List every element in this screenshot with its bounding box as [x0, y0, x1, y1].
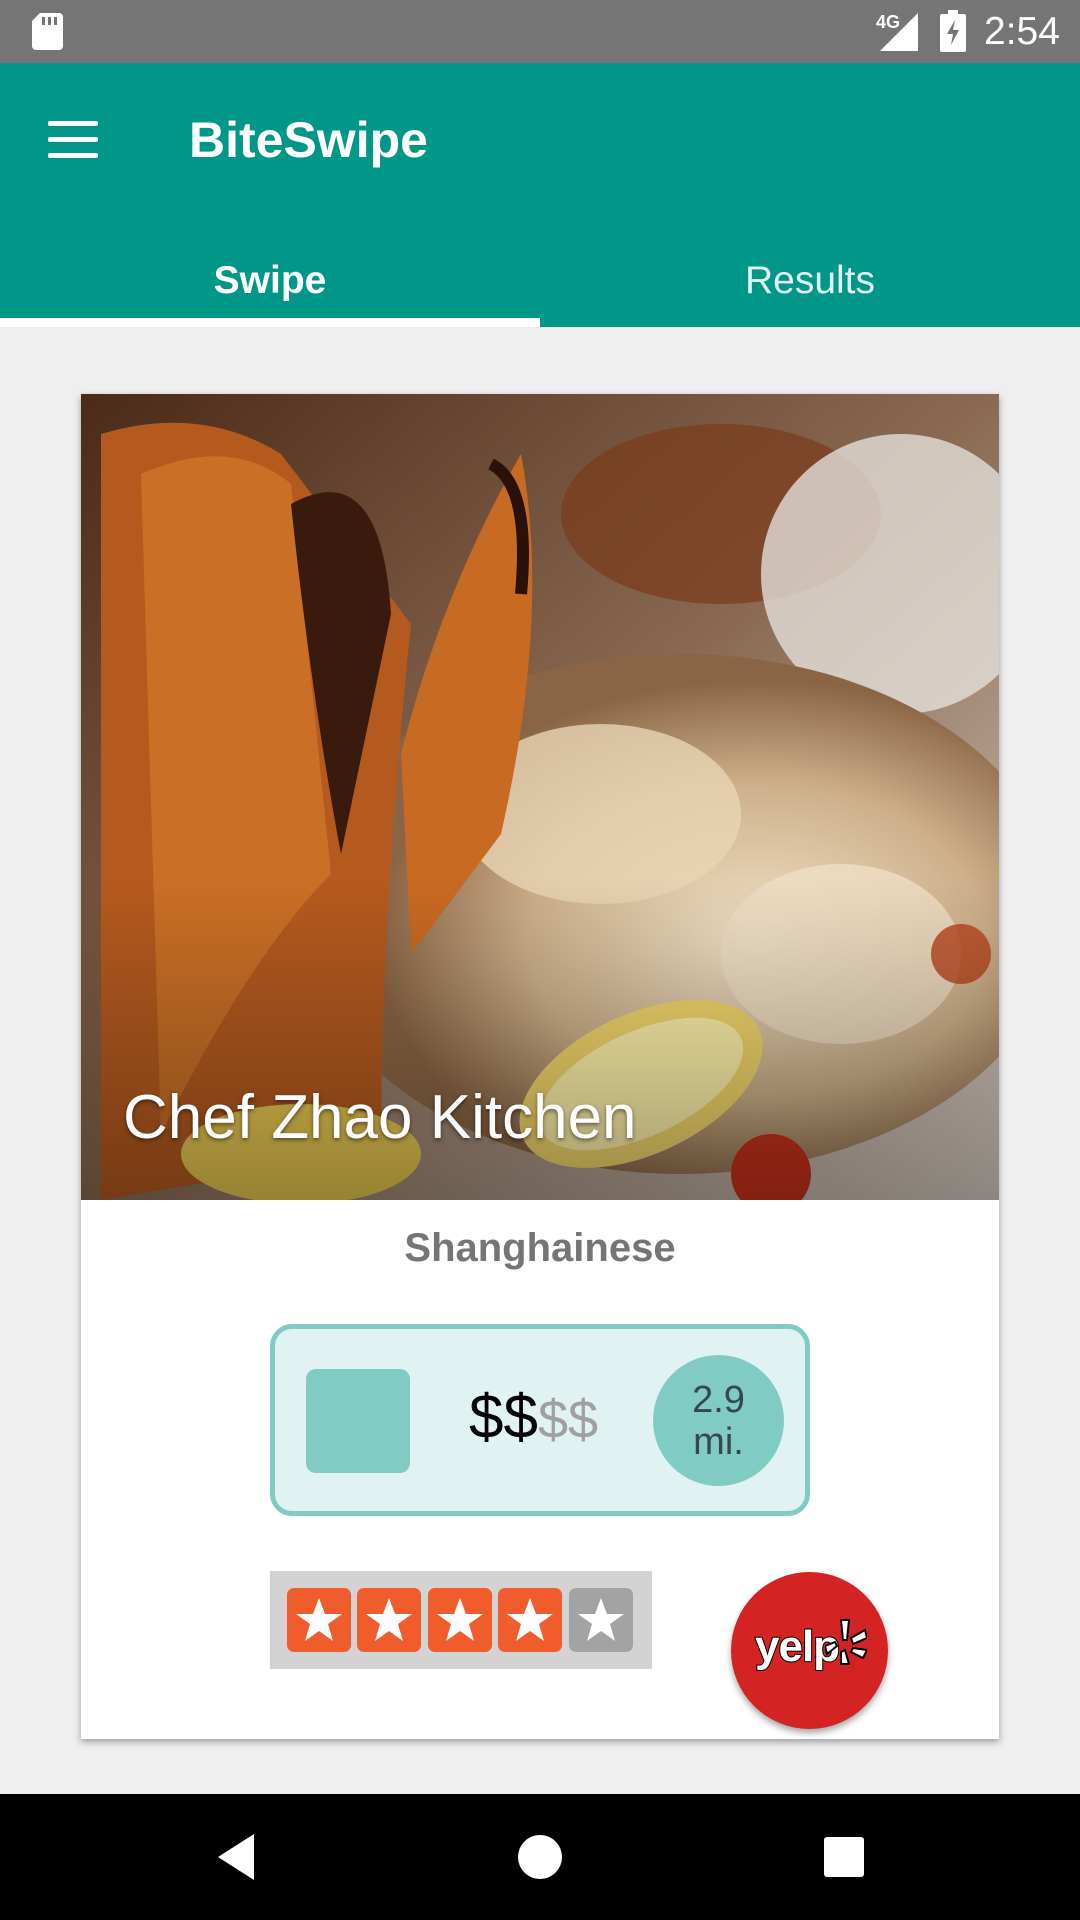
battery-charging-icon	[940, 10, 966, 52]
distance-badge: 2.9 mi.	[653, 1355, 784, 1486]
star-shape	[296, 1598, 342, 1641]
star-shape	[437, 1598, 483, 1641]
tab-results[interactable]: Results	[540, 235, 1080, 327]
app-bar: BiteSwipe Swipe Results	[0, 63, 1080, 327]
restaurant-photo: Chef Zhao Kitchen	[81, 394, 999, 1200]
status-bar: 4G 2:54	[0, 0, 1080, 63]
star-icon	[569, 1588, 633, 1652]
recents-button[interactable]	[784, 1794, 904, 1920]
price-level-inactive: $$	[537, 1390, 599, 1450]
cuisine-label: Shanghainese	[404, 1226, 676, 1270]
restaurant-name: Chef Zhao Kitchen	[123, 1083, 637, 1152]
yelp-button[interactable]: yelp	[731, 1572, 888, 1729]
price-level: $$$$	[469, 1387, 598, 1449]
category-swatch	[306, 1369, 410, 1473]
home-button[interactable]	[480, 1794, 600, 1920]
star-shape	[578, 1598, 624, 1641]
star-shape	[507, 1598, 553, 1641]
signal-icon	[880, 13, 918, 51]
food-photo-illustration	[81, 394, 999, 1200]
home-icon	[518, 1835, 562, 1879]
star-rating	[270, 1571, 652, 1669]
hamburger-menu-icon[interactable]	[48, 121, 98, 158]
sd-card-icon	[32, 13, 63, 50]
tab-bar: Swipe Results	[0, 235, 1080, 327]
system-nav-bar	[0, 1794, 1080, 1920]
status-clock: 2:54	[984, 10, 1060, 53]
tab-indicator	[0, 318, 540, 327]
distance-value: 2.9	[692, 1379, 745, 1421]
distance-unit: mi.	[693, 1421, 744, 1463]
star-icon	[357, 1588, 421, 1652]
recents-icon	[824, 1837, 864, 1877]
restaurant-info-box: $$$$ 2.9 mi.	[270, 1324, 810, 1516]
star-shape	[366, 1598, 412, 1641]
yelp-burst-icon	[825, 1619, 867, 1665]
price-level-active: $$	[469, 1383, 538, 1452]
restaurant-card[interactable]: Chef Zhao Kitchen Shanghainese $$$$ 2.9 …	[81, 394, 999, 1739]
star-icon	[498, 1588, 562, 1652]
tab-swipe[interactable]: Swipe	[0, 235, 540, 327]
back-button[interactable]	[178, 1794, 298, 1920]
app-title: BiteSwipe	[189, 112, 428, 168]
star-icon	[428, 1588, 492, 1652]
star-icon	[287, 1588, 351, 1652]
back-icon	[218, 1834, 254, 1880]
